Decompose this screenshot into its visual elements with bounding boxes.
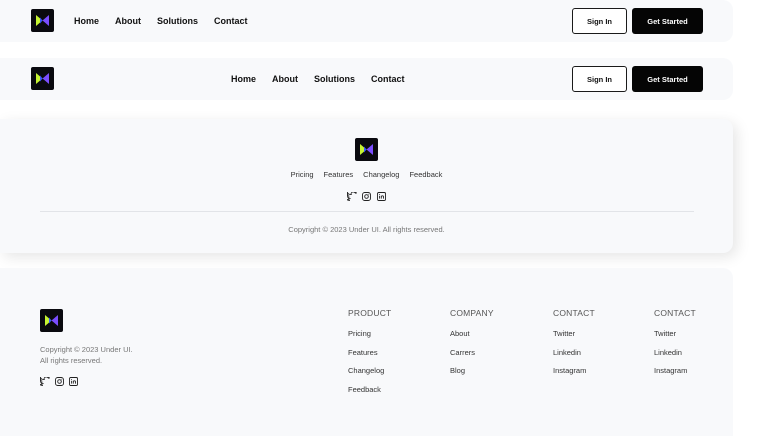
social-links [0, 191, 733, 201]
column-heading: PRODUCT [348, 308, 392, 318]
footer-link-features[interactable]: Features [348, 348, 391, 357]
footer-link-features[interactable]: Features [324, 170, 354, 179]
nav-link-about[interactable]: About [272, 74, 298, 84]
social-links [40, 376, 78, 386]
navbar-left-aligned: Home About Solutions Contact Sign In Get… [0, 0, 733, 42]
footer-link-pricing[interactable]: Pricing [291, 170, 314, 179]
footer-link-pricing[interactable]: Pricing [348, 329, 391, 338]
footer-link-about[interactable]: About [450, 329, 494, 338]
twitter-icon[interactable] [40, 376, 50, 386]
navbar-centered: Home About Solutions Contact Sign In Get… [0, 58, 733, 100]
nav-links: Home About Solutions Contact [74, 0, 248, 42]
footer-link-linkedin[interactable]: Linkedin [553, 348, 595, 357]
nav-link-about[interactable]: About [115, 16, 141, 26]
get-started-button[interactable]: Get Started [632, 66, 703, 92]
nav-link-solutions[interactable]: Solutions [157, 16, 198, 26]
footer-link-instagram[interactable]: Instagram [654, 366, 696, 375]
get-started-button[interactable]: Get Started [632, 8, 703, 34]
copyright-text: Copyright © 2023 Under UI. All rights re… [40, 344, 133, 366]
column-heading: COMPANY [450, 308, 494, 318]
linkedin-icon[interactable] [377, 191, 387, 201]
footer-simple: Pricing Features Changelog Feedback Copy… [0, 119, 733, 253]
logo-icon[interactable] [31, 9, 54, 32]
nav-link-home[interactable]: Home [74, 16, 99, 26]
nav-link-contact[interactable]: Contact [214, 16, 248, 26]
copyright-line-2: All rights reserved. [40, 356, 103, 365]
sign-in-button[interactable]: Sign In [572, 66, 627, 92]
footer-link-instagram[interactable]: Instagram [553, 366, 595, 375]
logo-icon[interactable] [40, 309, 63, 332]
footer-link-feedback[interactable]: Feedback [409, 170, 442, 179]
footer-column-contact: CONTACT Twitter Linkedin Instagram [553, 308, 595, 385]
footer-column-company: COMPANY About Carrers Blog [450, 308, 494, 385]
column-heading: CONTACT [553, 308, 595, 318]
footer-divider [40, 211, 694, 212]
footer-columns: Copyright © 2023 Under UI. All rights re… [0, 268, 733, 436]
logo-icon[interactable] [355, 138, 378, 161]
footer-link-feedback[interactable]: Feedback [348, 385, 391, 394]
copyright-text: Copyright © 2023 Under UI. All rights re… [288, 225, 445, 234]
footer-link-blog[interactable]: Blog [450, 366, 494, 375]
instagram-icon[interactable] [362, 191, 372, 201]
footer-link-twitter[interactable]: Twitter [553, 329, 595, 338]
instagram-icon[interactable] [54, 376, 64, 386]
nav-links: Home About Solutions Contact [231, 58, 405, 100]
logo-icon[interactable] [31, 67, 54, 90]
footer-link-changelog[interactable]: Changelog [363, 170, 399, 179]
copyright-line-1: Copyright © 2023 Under UI. [40, 345, 133, 354]
footer-link-careers[interactable]: Carrers [450, 348, 494, 357]
footer-link-twitter[interactable]: Twitter [654, 329, 696, 338]
footer-column-contact-2: CONTACT Twitter Linkedin Instagram [654, 308, 696, 385]
nav-link-solutions[interactable]: Solutions [314, 74, 355, 84]
footer-links: Pricing Features Changelog Feedback [0, 170, 733, 179]
nav-link-contact[interactable]: Contact [371, 74, 405, 84]
footer-link-changelog[interactable]: Changelog [348, 366, 391, 375]
footer-link-linkedin[interactable]: Linkedin [654, 348, 696, 357]
column-heading: CONTACT [654, 308, 696, 318]
linkedin-icon[interactable] [68, 376, 78, 386]
footer-column-product: PRODUCT Pricing Features Changelog Feedb… [348, 308, 391, 403]
sign-in-button[interactable]: Sign In [572, 8, 627, 34]
twitter-icon[interactable] [346, 191, 357, 201]
nav-link-home[interactable]: Home [231, 74, 256, 84]
